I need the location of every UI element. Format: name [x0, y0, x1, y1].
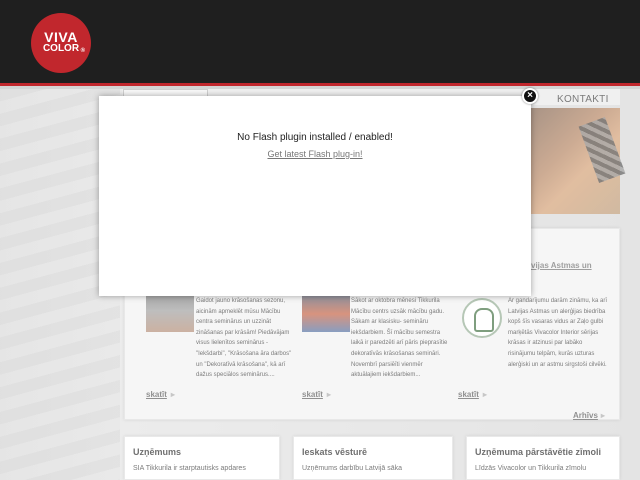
logo-line1: VIVA [44, 29, 78, 45]
site-header: VIVA COLOR ® [0, 0, 640, 86]
vivacolor-logo[interactable]: VIVA COLOR ® [31, 13, 91, 73]
logo-registered-mark: ® [80, 48, 85, 54]
close-icon[interactable]: × [522, 88, 538, 104]
logo-line2: COLOR [42, 43, 80, 54]
flash-plugin-dialog: No Flash plugin installed / enabled! Get… [99, 96, 531, 296]
flash-missing-message: No Flash plugin installed / enabled! [237, 132, 393, 143]
get-flash-link[interactable]: Get latest Flash plug-in! [99, 149, 531, 159]
